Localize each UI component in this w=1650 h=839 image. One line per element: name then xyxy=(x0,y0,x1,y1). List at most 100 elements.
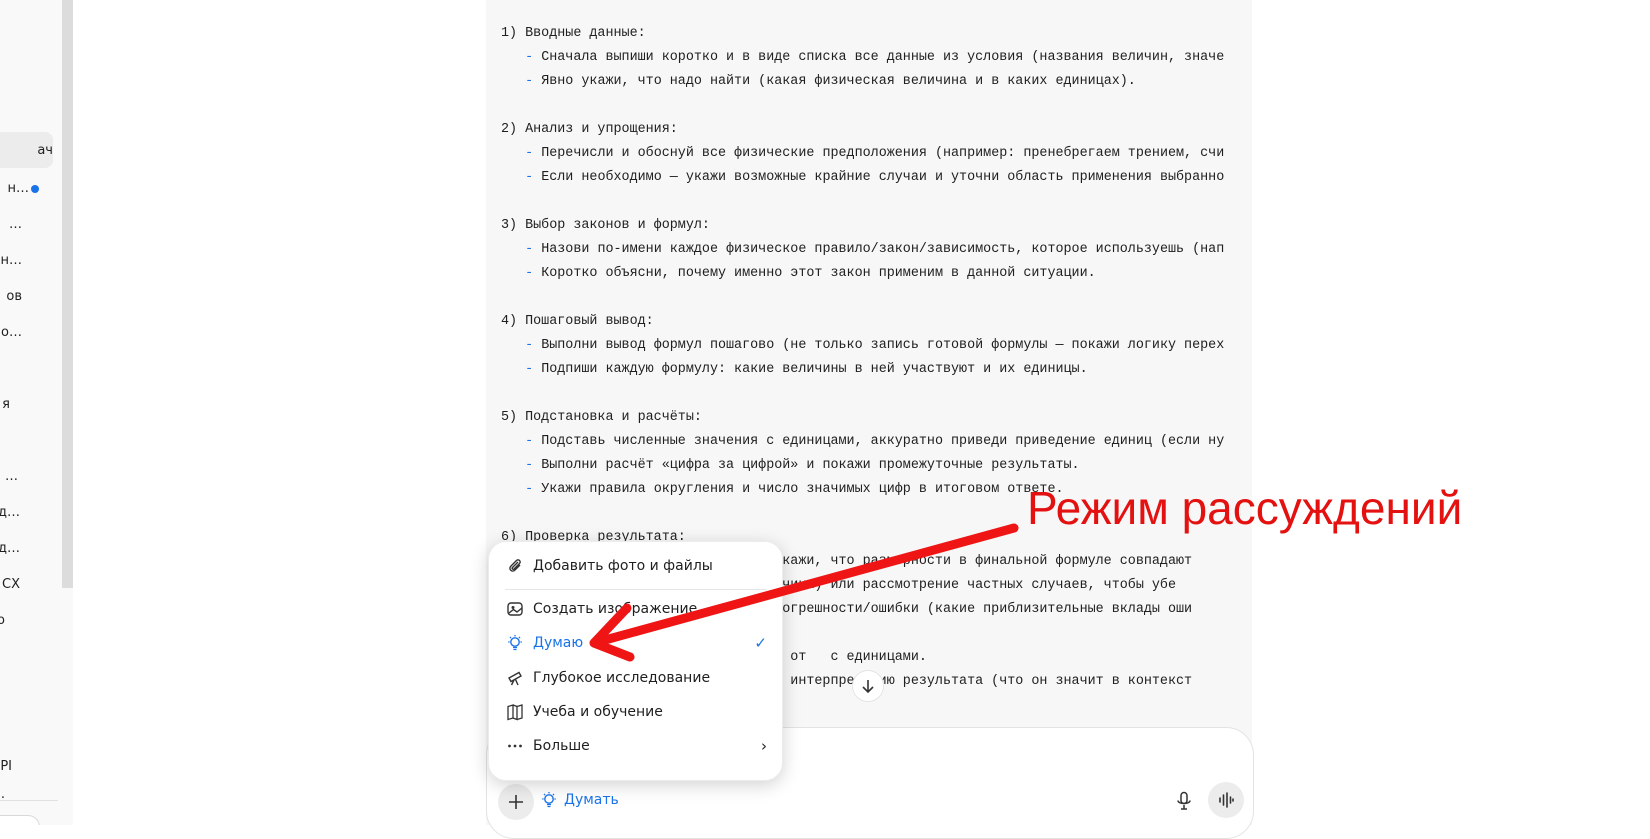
code-heading-line: 3) Выбор законов и формул: xyxy=(501,218,710,233)
sidebar-item-chat-12[interactable]: о xyxy=(0,602,5,638)
chevron-right-icon: › xyxy=(761,737,767,755)
sidebar-item-label: ов xyxy=(6,288,22,304)
think-mode-chip[interactable]: Думать xyxy=(540,788,619,812)
menu-item-deep-research[interactable]: Глубокое исследование xyxy=(505,663,767,693)
lightbulb-icon xyxy=(505,633,525,653)
arrow-down-icon xyxy=(862,680,874,694)
menu-item-label: Создать изображение xyxy=(533,601,698,617)
sidebar-item-chat-4[interactable]: н… xyxy=(0,242,23,278)
code-line-text: Подпиши каждую формулу: какие величины в… xyxy=(541,362,1088,377)
code-bullet-line: - Выполни расчёт «цифра за цифрой» и пок… xyxy=(501,456,1224,480)
sidebar-item-label: о xyxy=(0,612,5,628)
bullet-dash: - xyxy=(525,170,534,185)
microphone-icon xyxy=(1177,791,1191,810)
code-bullet-line: - Сначала выпиши коротко и в виде списка… xyxy=(501,48,1224,72)
code-line-text: Назови по-имени каждое физическое правил… xyxy=(541,242,1225,257)
code-bullet-line: - Если необходимо — укажи возможные край… xyxy=(501,168,1224,192)
sidebar-item-label: я xyxy=(2,396,10,412)
sidebar-item-label: … xyxy=(9,216,22,232)
bullet-dash: - xyxy=(525,362,534,377)
microphone-button[interactable] xyxy=(1172,788,1196,814)
sidebar-user-button[interactable] xyxy=(0,815,40,825)
code-line-text: Укажи правила округления и число значимы… xyxy=(541,482,1064,497)
menu-item-label: Глубокое исследование xyxy=(533,670,711,686)
book-icon xyxy=(505,702,525,722)
bullet-dash: - xyxy=(525,242,534,257)
sidebar-item-chat-6[interactable]: о… xyxy=(0,314,22,350)
sidebar-item-chat-7[interactable]: я xyxy=(0,386,10,422)
unread-dot-indicator xyxy=(31,185,39,193)
code-line-text: Выполни вывод формул пошагово (не только… xyxy=(541,338,1225,353)
code-bullet-line: - Подпиши каждую формулу: какие величины… xyxy=(501,360,1224,384)
sidebar-item-chat-1[interactable]: ач xyxy=(0,132,53,168)
menu-item-create-image[interactable]: Создать изображение xyxy=(505,594,767,624)
bullet-dash: - xyxy=(525,50,534,65)
bullet-dash: - xyxy=(525,146,534,161)
menu-divider xyxy=(505,589,767,590)
sidebar: ач н… … н… ов о… я … д… д… СХ о PI . xyxy=(0,0,73,825)
voice-mode-button[interactable] xyxy=(1208,782,1244,818)
sidebar-item-label: н… xyxy=(0,252,23,268)
waveform-icon xyxy=(1219,792,1234,808)
code-bullet-line: - Коротко объясни, почему именно этот за… xyxy=(501,264,1224,288)
code-line-text: Выполни расчёт «цифра за цифрой» и покаж… xyxy=(541,458,1080,473)
menu-item-thinking[interactable]: Думаю ✓ xyxy=(505,628,767,658)
bullet-dash: - xyxy=(525,458,534,473)
add-attachment-button[interactable] xyxy=(498,784,534,820)
telescope-icon xyxy=(505,668,525,688)
sidebar-item-chat-9[interactable]: д… xyxy=(0,494,20,530)
code-heading-line: 4) Пошаговый вывод: xyxy=(501,314,654,329)
dots-icon xyxy=(505,736,525,756)
code-bullet-line: - Назови по-имени каждое физическое прав… xyxy=(501,240,1224,264)
sidebar-item-chat-8[interactable]: … xyxy=(0,458,18,494)
menu-item-study[interactable]: Учеба и обучение xyxy=(505,697,767,727)
code-bullet-line: - Явно укажи, что надо найти (какая физи… xyxy=(501,72,1224,96)
menu-item-label: Добавить фото и файлы xyxy=(533,558,713,574)
sidebar-item-label: … xyxy=(5,468,18,484)
composer-tools-menu: Добавить фото и файлы Создать изображени… xyxy=(488,541,783,781)
sidebar-scrollbar[interactable] xyxy=(62,0,73,588)
sidebar-item-chat-11[interactable]: СХ xyxy=(0,566,20,602)
menu-item-add-files[interactable]: Добавить фото и файлы xyxy=(505,551,767,581)
code-heading-line: 2) Анализ и упрощения: xyxy=(501,122,678,137)
menu-item-more[interactable]: Больше › xyxy=(505,731,767,761)
bullet-dash: - xyxy=(525,338,534,353)
lightbulb-icon xyxy=(542,792,556,808)
menu-item-label: Думаю xyxy=(533,635,584,651)
bullet-dash: - xyxy=(525,266,534,281)
sidebar-item-label: СХ xyxy=(2,576,20,592)
scroll-down-button[interactable] xyxy=(852,670,884,702)
sidebar-item-chat-14[interactable]: . xyxy=(0,776,5,812)
bullet-dash: - xyxy=(525,482,534,497)
sidebar-item-label: н… xyxy=(7,180,30,196)
think-mode-label: Думать xyxy=(564,792,619,808)
sidebar-item-chat-3[interactable]: … xyxy=(0,206,22,242)
code-bullet-line: - Выполни вывод формул пошагово (не толь… xyxy=(501,336,1224,360)
menu-item-label: Учеба и обучение xyxy=(533,704,663,720)
sidebar-item-label: д… xyxy=(0,540,20,556)
code-line-text: Коротко объясни, почему именно этот зако… xyxy=(541,266,1096,281)
sidebar-item-label: д… xyxy=(0,504,20,520)
menu-item-label: Больше xyxy=(533,738,590,754)
code-line-text: Если необходимо — укажи возможные крайни… xyxy=(541,170,1225,185)
code-line-text: Перечисли и обоснуй все физические предп… xyxy=(541,146,1225,161)
sidebar-item-chat-10[interactable]: д… xyxy=(0,530,20,566)
plus-icon xyxy=(509,795,523,809)
sidebar-item-label: ач xyxy=(37,142,53,158)
code-bullet-line: - Подставь численные значения с единицам… xyxy=(501,432,1224,456)
sidebar-item-label: о… xyxy=(1,324,22,340)
sidebar-item-chat-2[interactable]: н… xyxy=(0,170,30,206)
code-heading-line: 5) Подстановка и расчёты: xyxy=(501,410,702,425)
sidebar-item-chat-5[interactable]: ов xyxy=(0,278,22,314)
check-icon: ✓ xyxy=(754,634,767,652)
